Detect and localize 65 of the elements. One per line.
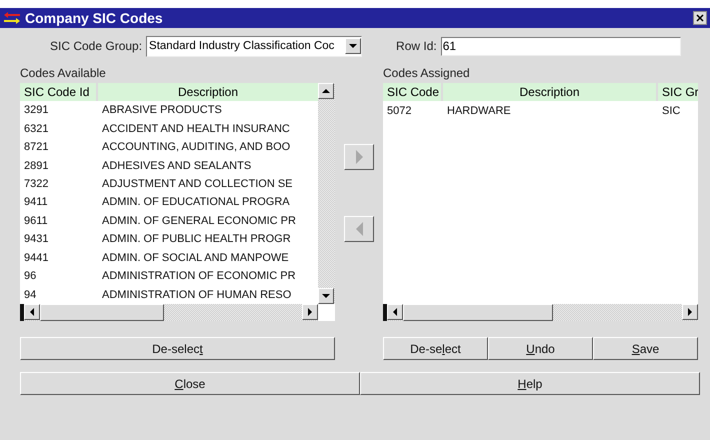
scroll-down-button[interactable] [318,288,334,304]
table-cell-text: ACCOUNTING, AUDITING, AND BOO [101,141,292,154]
left-arrow-icon [356,222,362,236]
horizontal-scrollbar[interactable] [20,304,318,321]
list-box[interactable] [20,83,335,321]
table-cell-text: 9611 [23,214,49,227]
field-label: SIC Code Group: [50,39,142,53]
help-button[interactable]: Help [360,372,700,395]
panel-title: Codes Assigned [383,65,471,82]
window-title: Company SIC Codes [25,10,164,26]
column-header[interactable]: SIC Code Id [20,83,96,101]
table-cell-text: 9431 [23,233,50,246]
close-dialog-button[interactable]: Close [20,372,360,395]
scroll-left-button[interactable] [387,304,403,320]
close-icon [696,14,704,22]
scroll-left-button[interactable] [24,304,40,320]
right-arrow-icon [356,150,362,164]
column-header[interactable]: Description [98,83,318,101]
scroll-left-icon [30,308,34,316]
table-cell-text: 9411 [23,196,49,208]
table-cell-text: 96 [23,270,38,282]
panel-title: Codes Available [20,65,107,82]
field-label: Row Id: [396,39,437,53]
horizontal-scrollbar[interactable] [383,304,698,321]
dropdown-button[interactable] [345,38,362,54]
scroll-right-icon [688,308,692,316]
table-cell-text: 9441 [23,252,50,264]
table-cell-text: ADMIN. OF GENERAL ECONOMIC PR [101,214,297,227]
deselect-button[interactable]: De-select [383,337,488,360]
table-cell-text: ADMINISTRATION OF HUMAN RESO [101,288,292,301]
scroll-up-button[interactable] [318,83,334,99]
table-cell-text: ABRASIVE PRODUCTS [101,104,223,116]
arrows-icon [3,11,21,25]
table-cell-text: 3291 [23,104,50,116]
table-cell-text: 7322 [23,178,50,190]
table-cell-text: SIC [661,104,682,117]
undo-button[interactable]: Undo [488,337,593,360]
deselect-button[interactable]: De-select [20,337,335,360]
table-cell-text: ACCIDENT AND HEALTH INSURANC [101,122,291,135]
table-cell-text: ADMIN. OF SOCIAL AND MANPOWE [101,252,290,264]
scroll-down-icon [322,294,330,298]
column-header[interactable]: SIC Code [383,83,441,101]
dropdown-icon [349,44,358,48]
table-cell-text: ADJUSTMENT AND COLLECTION SE [101,178,294,190]
row-id-field[interactable]: 61 [440,36,681,56]
table-cell-text: ADMINISTRATION OF ECONOMIC PR [101,270,297,282]
table-cell-text: 6321 [23,122,50,135]
table-cell-text: 2891 [23,160,50,172]
save-button[interactable]: Save [593,337,698,360]
scroll-up-icon [322,89,330,93]
scroll-right-icon [308,308,312,316]
group-dropdown[interactable]: Standard Industry Classification Coc [146,36,362,56]
table-cell-text: HARDWARE [446,104,512,117]
table-cell-text: ADMIN. OF PUBLIC HEALTH PROGR [101,233,292,246]
table-cell-text: ADMIN. OF EDUCATIONAL PROGRA [101,196,291,208]
table-cell-text: 8721 [23,141,50,154]
table-cell-text: 5072 [386,104,412,117]
scroll-right-button[interactable] [302,304,318,320]
scroll-left-icon [393,308,397,316]
column-header[interactable]: Description [443,83,656,101]
table-cell-text: ADHESIVES AND SEALANTS [101,160,252,172]
close-button[interactable] [693,11,707,25]
vertical-scrollbar[interactable] [318,83,335,304]
table-cell-text: 94 [23,288,38,301]
scroll-right-button[interactable] [682,304,698,320]
